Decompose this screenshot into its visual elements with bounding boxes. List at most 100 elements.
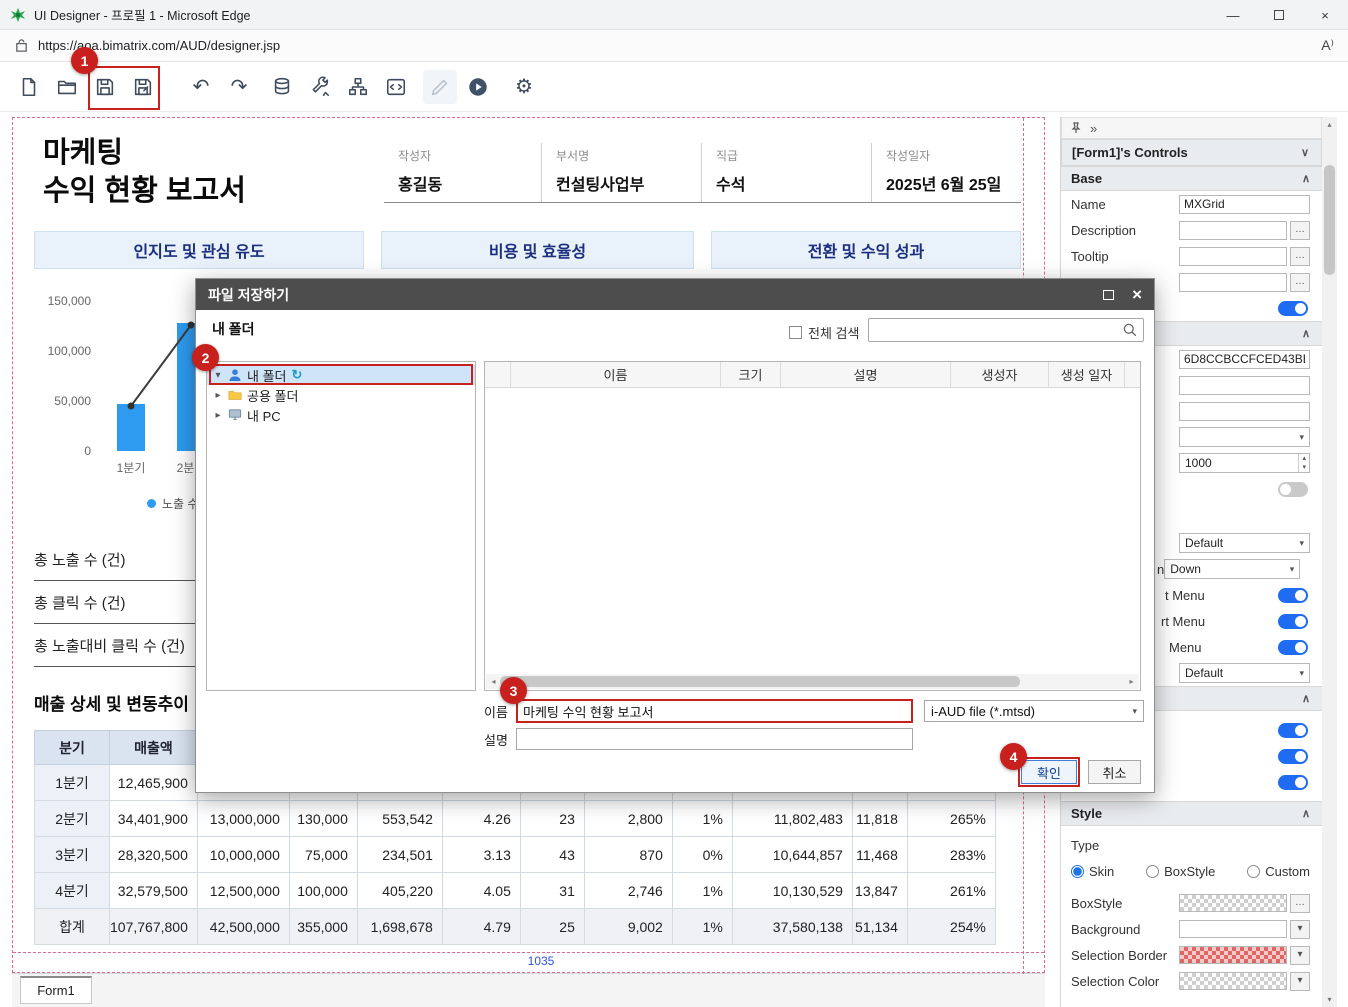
radio-skin[interactable]: Skin: [1071, 864, 1114, 879]
scroll-left-icon[interactable]: ◂: [486, 677, 501, 686]
radio-custom[interactable]: Custom: [1247, 864, 1310, 879]
ellipsis-button[interactable]: …: [1290, 273, 1310, 292]
guid-input[interactable]: [1179, 350, 1310, 369]
undo-button[interactable]: ↶: [184, 70, 218, 104]
search-box[interactable]: [868, 318, 1144, 342]
scroll-right-icon[interactable]: ▸: [1124, 677, 1139, 686]
layout-guide-horizontal: [13, 952, 1044, 953]
pin-icon[interactable]: [1070, 122, 1082, 134]
radio-boxstyle[interactable]: BoxStyle: [1146, 864, 1215, 879]
maximize-button[interactable]: [1256, 0, 1302, 30]
section-base[interactable]: Base∧: [1061, 166, 1322, 191]
expand-panel-icon[interactable]: »: [1090, 121, 1097, 136]
dropdown-button[interactable]: ▾: [1290, 920, 1310, 939]
dataset-button[interactable]: [265, 70, 299, 104]
report-tab-conversion[interactable]: 전환 및 수익 성과: [711, 231, 1021, 269]
column-created-date[interactable]: 생성 일자: [1049, 362, 1125, 387]
default-dropdown[interactable]: Default▾: [1179, 533, 1310, 553]
minimize-button[interactable]: —: [1210, 0, 1256, 30]
number-spinner[interactable]: 1000▴▾: [1179, 453, 1310, 473]
tree-item-my-pc[interactable]: ▸ 내 PC: [207, 405, 475, 425]
dropdown-button[interactable]: ▾: [1290, 946, 1310, 965]
toggle-on[interactable]: [1278, 723, 1308, 738]
column-name[interactable]: 이름: [511, 362, 721, 387]
report-tab-awareness[interactable]: 인지도 및 관심 유도: [34, 231, 364, 269]
report-tab-cost[interactable]: 비용 및 효율성: [381, 231, 694, 269]
controls-header[interactable]: [Form1]'s Controls∨: [1061, 139, 1322, 166]
toggle-on[interactable]: [1278, 588, 1308, 603]
tools-button[interactable]: [303, 70, 337, 104]
search-icon[interactable]: [1122, 322, 1138, 338]
close-button[interactable]: ×: [1302, 0, 1348, 30]
run-button[interactable]: [461, 70, 495, 104]
read-aloud-icon[interactable]: A⁾: [1321, 37, 1334, 54]
toggle-on[interactable]: [1278, 775, 1308, 790]
address-bar[interactable]: https://aoa.bimatrix.com/AUD/designer.js…: [0, 30, 1348, 62]
panel-scrollbar[interactable]: ▴ ▾: [1322, 117, 1337, 1007]
file-desc-input[interactable]: [517, 729, 912, 749]
dropdown[interactable]: ▾: [1179, 427, 1310, 447]
tree-expand-icon[interactable]: ▸: [213, 390, 223, 401]
dialog-header[interactable]: 파일 저장하기 ×: [196, 279, 1154, 310]
dialog-maximize-icon[interactable]: [1103, 290, 1114, 300]
toggle-on[interactable]: [1278, 640, 1308, 655]
hierarchy-button[interactable]: [341, 70, 375, 104]
scrollbar-thumb[interactable]: [1324, 165, 1335, 275]
scrollbar-thumb[interactable]: [500, 676, 1020, 687]
text-input[interactable]: [1179, 402, 1310, 421]
refresh-icon[interactable]: ↻: [292, 367, 303, 383]
ellipsis-button[interactable]: …: [1290, 894, 1310, 913]
ellipsis-button[interactable]: …: [1290, 221, 1310, 240]
dropdown-button[interactable]: ▾: [1290, 972, 1310, 991]
spin-up-icon[interactable]: ▴: [1299, 454, 1309, 463]
save-as-button[interactable]: [126, 70, 160, 104]
background-swatch[interactable]: [1179, 920, 1287, 938]
column-size[interactable]: 크기: [721, 362, 781, 387]
toggle-on[interactable]: [1278, 614, 1308, 629]
default-dropdown[interactable]: Default▾: [1179, 663, 1310, 683]
ellipsis-button[interactable]: …: [1290, 247, 1310, 266]
search-input[interactable]: [869, 323, 1122, 337]
text-input[interactable]: [1179, 376, 1310, 395]
tree-expand-icon[interactable]: ▸: [213, 410, 223, 421]
file-type-dropdown[interactable]: i-AUD file (*.mtsd)▾: [924, 700, 1144, 722]
ok-button[interactable]: 확인: [1021, 760, 1077, 784]
column-creator[interactable]: 생성자: [951, 362, 1049, 387]
horizontal-scrollbar[interactable]: ◂ ▸: [486, 674, 1139, 689]
site-info-icon[interactable]: [14, 38, 29, 53]
checkbox[interactable]: [789, 326, 802, 339]
tree-item-my-folder[interactable]: ▾ 내 폴더 ↻: [207, 365, 475, 385]
column-icon[interactable]: [485, 362, 511, 387]
tree-item-shared-folder[interactable]: ▸ 공용 폴더: [207, 385, 475, 405]
scroll-up-icon[interactable]: ▴: [1322, 117, 1337, 132]
form-tab[interactable]: Form1: [20, 976, 92, 1004]
description-input[interactable]: [1179, 221, 1287, 240]
new-document-button[interactable]: [12, 70, 46, 104]
toggle-on[interactable]: [1278, 301, 1308, 316]
toggle-off[interactable]: [1278, 482, 1308, 497]
file-list-header: 이름 크기 설명 생성자 생성 일자: [485, 362, 1140, 388]
redo-button[interactable]: ↷: [222, 70, 256, 104]
dialog-close-icon[interactable]: ×: [1132, 286, 1142, 303]
settings-button[interactable]: ⚙: [507, 70, 541, 104]
open-folder-button[interactable]: [50, 70, 84, 104]
cancel-button[interactable]: 취소: [1088, 760, 1141, 784]
search-all-option[interactable]: 전체 검색: [789, 323, 859, 342]
section-style[interactable]: Style∧: [1061, 801, 1322, 826]
tooltip-input[interactable]: [1179, 247, 1287, 266]
name-input[interactable]: [1179, 195, 1310, 214]
save-button[interactable]: [88, 70, 122, 104]
selection-color-swatch[interactable]: [1179, 972, 1287, 990]
code-button[interactable]: [379, 70, 413, 104]
text-input[interactable]: [1179, 273, 1287, 292]
toggle-on[interactable]: [1278, 749, 1308, 764]
down-dropdown[interactable]: Down▾: [1164, 559, 1300, 579]
file-name-input[interactable]: [518, 701, 911, 721]
table-row: 4분기32,579,50012,500,000100,000405,2204.0…: [35, 873, 996, 909]
column-description[interactable]: 설명: [781, 362, 951, 387]
selection-border-swatch[interactable]: [1179, 946, 1287, 964]
boxstyle-swatch[interactable]: [1179, 894, 1287, 912]
spin-down-icon[interactable]: ▾: [1299, 463, 1309, 472]
tree-expand-icon[interactable]: ▾: [213, 370, 223, 381]
scroll-down-icon[interactable]: ▾: [1322, 992, 1337, 1007]
